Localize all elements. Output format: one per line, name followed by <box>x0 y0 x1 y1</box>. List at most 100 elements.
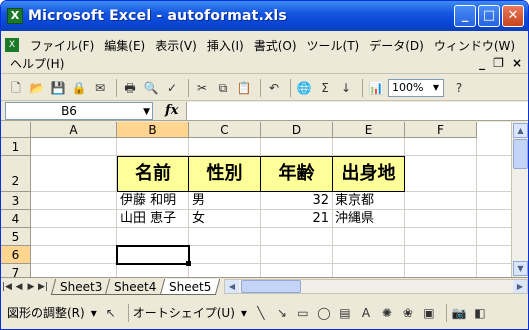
row-header-7[interactable]: 7 <box>1 264 31 277</box>
doc-restore-button[interactable]: ❐ <box>493 56 504 70</box>
line-icon[interactable]: ╲ <box>253 305 269 321</box>
new-icon[interactable]: 🗋 <box>7 79 25 97</box>
title-bar[interactable]: X Microsoft Excel - autoformat.xls _ □ ✕ <box>1 1 528 31</box>
select-objects-icon[interactable]: ↖ <box>103 305 119 321</box>
minimize-button[interactable]: _ <box>454 5 476 27</box>
cell-e4[interactable]: 沖縄県 <box>335 210 374 228</box>
next-sheet-icon[interactable]: ▶ <box>25 282 37 292</box>
menu-insert[interactable]: 挿入(I) <box>202 37 249 54</box>
excel-app-icon[interactable]: X <box>7 8 23 24</box>
mail-icon[interactable]: ✉ <box>91 79 109 97</box>
fx-icon[interactable]: fx <box>165 103 178 118</box>
textbox-icon[interactable]: ▤ <box>337 305 353 321</box>
chevron-down-icon[interactable]: ▾ <box>91 306 97 320</box>
column-header-c[interactable]: C <box>189 122 261 138</box>
cell-b2[interactable]: 名前 <box>117 156 189 192</box>
autoshapes-button[interactable]: オートシェイプ(U) <box>133 304 235 321</box>
scroll-down-icon[interactable]: ▼ <box>513 261 528 276</box>
draw-menu-button[interactable]: 図形の調整(R) <box>7 304 85 321</box>
vertical-scrollbar[interactable]: ▲ ▼ <box>511 122 528 277</box>
menu-format[interactable]: 書式(O) <box>249 37 302 54</box>
clipart-icon[interactable]: ❀ <box>400 305 416 321</box>
cell-d2[interactable]: 年齢 <box>260 156 333 192</box>
menu-file[interactable]: ファイル(F) <box>25 37 99 54</box>
3d-style-icon[interactable]: ◧ <box>472 305 488 321</box>
tab-sheet4[interactable]: Sheet4 <box>105 278 166 295</box>
menu-window[interactable]: ウィンドウ(W) <box>429 37 520 54</box>
wordart-icon[interactable]: A <box>358 305 374 321</box>
sort-ascending-icon[interactable]: ↓ <box>337 79 355 97</box>
cell-b4[interactable]: 山田 恵子 <box>120 210 176 228</box>
chevron-down-icon[interactable]: ▼ <box>430 81 442 95</box>
scroll-left-icon[interactable]: ◀ <box>224 280 239 293</box>
menu-data[interactable]: データ(D) <box>364 37 429 54</box>
cell-e3[interactable]: 東京都 <box>335 192 374 210</box>
row-header-2[interactable]: 2 <box>1 156 31 192</box>
horizontal-scrollbar[interactable]: ◀ ▶ <box>223 279 528 294</box>
tab-sheet3[interactable]: Sheet3 <box>50 278 112 295</box>
arrow-icon[interactable]: ↘ <box>274 305 290 321</box>
chevron-down-icon[interactable]: ▾ <box>241 306 247 320</box>
cut-icon[interactable]: ✂ <box>193 79 211 97</box>
scroll-up-icon[interactable]: ▲ <box>513 123 528 138</box>
row-header-1[interactable]: 1 <box>1 138 31 156</box>
chart-wizard-icon[interactable]: 📊 <box>367 79 385 97</box>
row-header-6[interactable]: 6 <box>1 246 31 264</box>
open-icon[interactable]: 📂 <box>28 79 46 97</box>
column-header-b[interactable]: B <box>117 122 189 138</box>
column-header-f[interactable]: F <box>405 122 477 138</box>
cell-c4[interactable]: 女 <box>192 210 205 228</box>
hyperlink-icon[interactable]: 🌐 <box>295 79 313 97</box>
paste-icon[interactable]: 📋 <box>235 79 253 97</box>
undo-icon[interactable]: ↶ <box>265 79 283 97</box>
picture-icon[interactable]: ▣ <box>421 305 437 321</box>
column-header-e[interactable]: E <box>333 122 405 138</box>
prev-sheet-icon[interactable]: ◀ <box>13 282 25 292</box>
camera-icon[interactable]: 📷 <box>451 305 467 321</box>
print-icon[interactable]: 🖶 <box>121 79 139 97</box>
chevron-down-icon[interactable]: ▼ <box>143 104 150 120</box>
autosum-icon[interactable]: Σ <box>316 79 334 97</box>
cell-e2[interactable]: 出身地 <box>332 156 405 192</box>
last-sheet-icon[interactable]: ▶| <box>37 282 49 292</box>
worksheet-grid[interactable]: A B C D E F 1 2 3 4 5 6 7 名前 性別 年齢 出身地 伊… <box>1 122 528 277</box>
menu-view[interactable]: 表示(V) <box>150 37 202 54</box>
maximize-button[interactable]: □ <box>478 5 500 27</box>
row-header-5[interactable]: 5 <box>1 228 31 246</box>
cell-b3[interactable]: 伊藤 和明 <box>120 192 176 210</box>
cell-d4[interactable]: 21 <box>261 210 329 228</box>
cell-d3[interactable]: 32 <box>261 192 329 210</box>
active-cell-b6[interactable] <box>116 245 190 265</box>
menu-tools[interactable]: ツール(T) <box>302 37 365 54</box>
row-header-3[interactable]: 3 <box>1 192 31 210</box>
doc-close-button[interactable]: × <box>512 56 522 70</box>
permission-icon[interactable]: 🔒 <box>70 79 88 97</box>
first-sheet-icon[interactable]: |◀ <box>1 282 13 292</box>
tab-sheet5[interactable]: Sheet5 <box>159 278 221 295</box>
vertical-scroll-thumb[interactable] <box>513 139 528 169</box>
formula-input[interactable] <box>186 101 528 120</box>
doc-minimize-button[interactable]: _ <box>479 56 485 70</box>
horizontal-scroll-thumb[interactable] <box>240 280 301 293</box>
row-header-4[interactable]: 4 <box>1 210 31 228</box>
select-all-button[interactable] <box>1 122 31 138</box>
name-box[interactable]: B6 ▼ <box>5 101 153 120</box>
menu-help[interactable]: ヘルプ(H) <box>5 55 69 72</box>
column-header-d[interactable]: D <box>261 122 333 138</box>
cell-c3[interactable]: 男 <box>192 192 205 210</box>
close-button[interactable]: ✕ <box>502 5 524 27</box>
help-icon[interactable]: ? <box>450 79 468 97</box>
column-header-a[interactable]: A <box>31 122 117 138</box>
menu-edit[interactable]: 編集(E) <box>99 37 150 54</box>
workbook-icon[interactable]: X <box>5 38 19 52</box>
oval-icon[interactable]: ◯ <box>316 305 332 321</box>
zoom-select[interactable]: 100% ▼ <box>388 78 444 97</box>
spelling-icon[interactable]: ✓ <box>163 79 181 97</box>
rectangle-icon[interactable]: ▭ <box>295 305 311 321</box>
copy-icon[interactable]: ⧉ <box>214 79 232 97</box>
fill-handle[interactable] <box>186 261 191 266</box>
scroll-right-icon[interactable]: ▶ <box>513 280 527 293</box>
cell-c2[interactable]: 性別 <box>188 156 261 192</box>
print-preview-icon[interactable]: 🔍 <box>142 79 160 97</box>
diagram-icon[interactable]: ✺ <box>379 305 395 321</box>
